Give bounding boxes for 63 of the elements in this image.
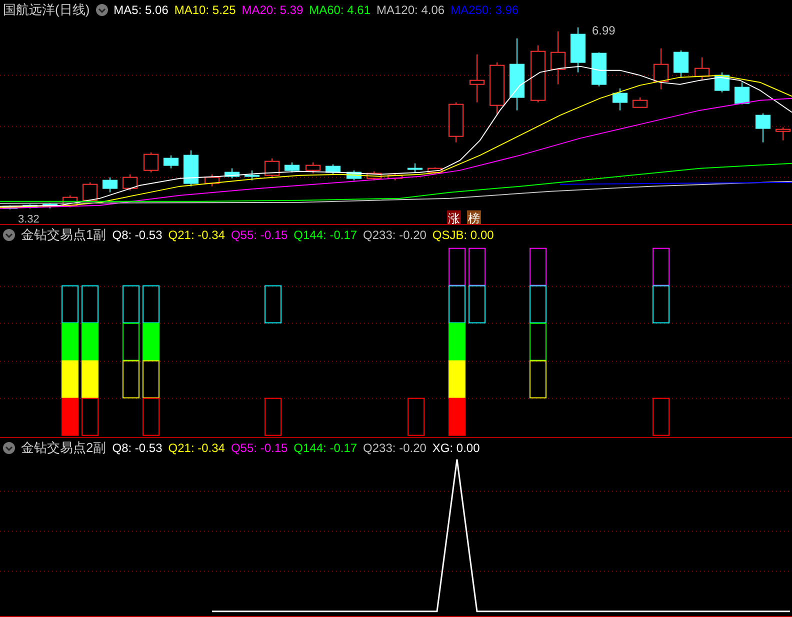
- candle: [326, 164, 340, 175]
- candle: [654, 48, 668, 90]
- signal-column: [408, 397, 424, 436]
- candle: [244, 170, 260, 181]
- candle: [756, 112, 770, 143]
- candle: [490, 62, 504, 116]
- indicator-value: Q144: -0.17: [294, 441, 358, 456]
- indicator-value: QSJB: 0.00: [432, 228, 494, 242]
- badge-label: 榜: [467, 210, 481, 224]
- candle: [264, 158, 280, 179]
- candle: [366, 170, 382, 181]
- chart-title: 国航远洋(日线): [3, 1, 90, 19]
- indicator-value: Q21: -0.34: [168, 441, 225, 456]
- collapse-icon[interactable]: [3, 442, 15, 454]
- indicator-value: Q144: -0.17: [294, 228, 358, 242]
- indicator-value: XG: 0.00: [432, 441, 480, 456]
- indicator-value: Q233: -0.20: [363, 441, 426, 456]
- candle: [694, 56, 710, 81]
- low-price-label: 3.32: [18, 213, 40, 224]
- candle: [144, 152, 158, 173]
- candle: [592, 52, 606, 87]
- candle: [346, 170, 362, 181]
- indicator-value: MA250: 3.96: [450, 3, 519, 17]
- candle: [570, 26, 586, 73]
- indicator-value: MA10: 5.25: [174, 3, 236, 17]
- candle: [612, 88, 628, 111]
- indicator-value: MA5: 5.06: [114, 3, 168, 17]
- chart-title: 金钻交易点1副: [21, 226, 106, 244]
- badge-label: 涨: [447, 210, 461, 224]
- candle: [428, 166, 442, 175]
- indicator-value: Q8: -0.53: [112, 441, 162, 456]
- indicator-value: Q55: -0.15: [230, 441, 288, 456]
- indicator-value: MA120: 4.06: [376, 3, 445, 17]
- candle: [204, 174, 220, 187]
- collapse-icon[interactable]: [3, 228, 15, 241]
- candle: [408, 162, 422, 173]
- candle: [734, 82, 750, 105]
- candle: [164, 154, 178, 169]
- indicator-value: MA60: 4.61: [309, 3, 370, 17]
- candle: [82, 182, 98, 202]
- collapse-icon[interactable]: [96, 4, 108, 16]
- candle: [530, 44, 546, 103]
- candle: [184, 150, 198, 187]
- candle: [388, 172, 402, 181]
- candle: [102, 176, 118, 193]
- candle: [470, 54, 484, 103]
- candle: [306, 162, 320, 174]
- candle: [62, 194, 78, 208]
- candle: [448, 102, 464, 143]
- candle: [632, 96, 648, 108]
- candle: [224, 168, 240, 179]
- candle: [122, 174, 138, 191]
- candle: [42, 202, 58, 209]
- indicator-value: Q8: -0.53: [112, 228, 162, 242]
- candle: [674, 50, 688, 78]
- chart-title: 金钻交易点2副: [21, 439, 106, 458]
- indicator-value: Q55: -0.15: [230, 228, 288, 242]
- indicator-value: Q21: -0.34: [168, 228, 225, 242]
- high-price-label: 6.99: [592, 23, 616, 38]
- indicator-value: Q233: -0.20: [363, 228, 426, 242]
- indicator-value: MA20: 5.39: [242, 3, 304, 17]
- candle: [284, 162, 300, 173]
- candle: [550, 30, 566, 85]
